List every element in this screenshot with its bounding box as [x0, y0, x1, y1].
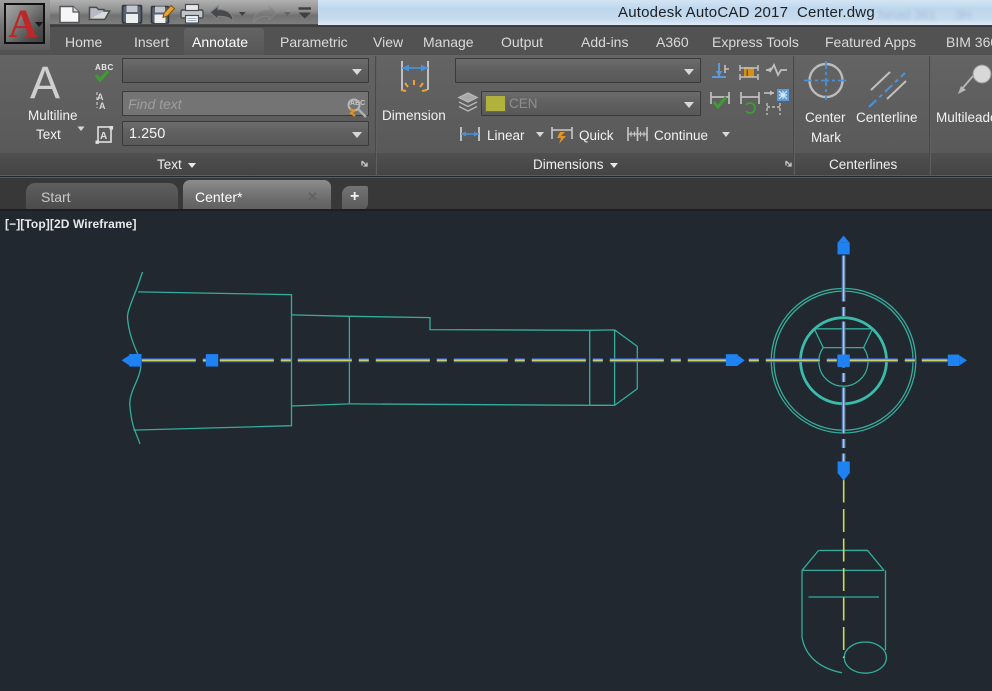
- svg-text:I: I: [746, 68, 749, 78]
- svg-text:ABC: ABC: [95, 63, 114, 72]
- svg-text:A: A: [99, 101, 106, 111]
- svg-text:A: A: [100, 131, 107, 142]
- svg-text:A: A: [9, 3, 38, 44]
